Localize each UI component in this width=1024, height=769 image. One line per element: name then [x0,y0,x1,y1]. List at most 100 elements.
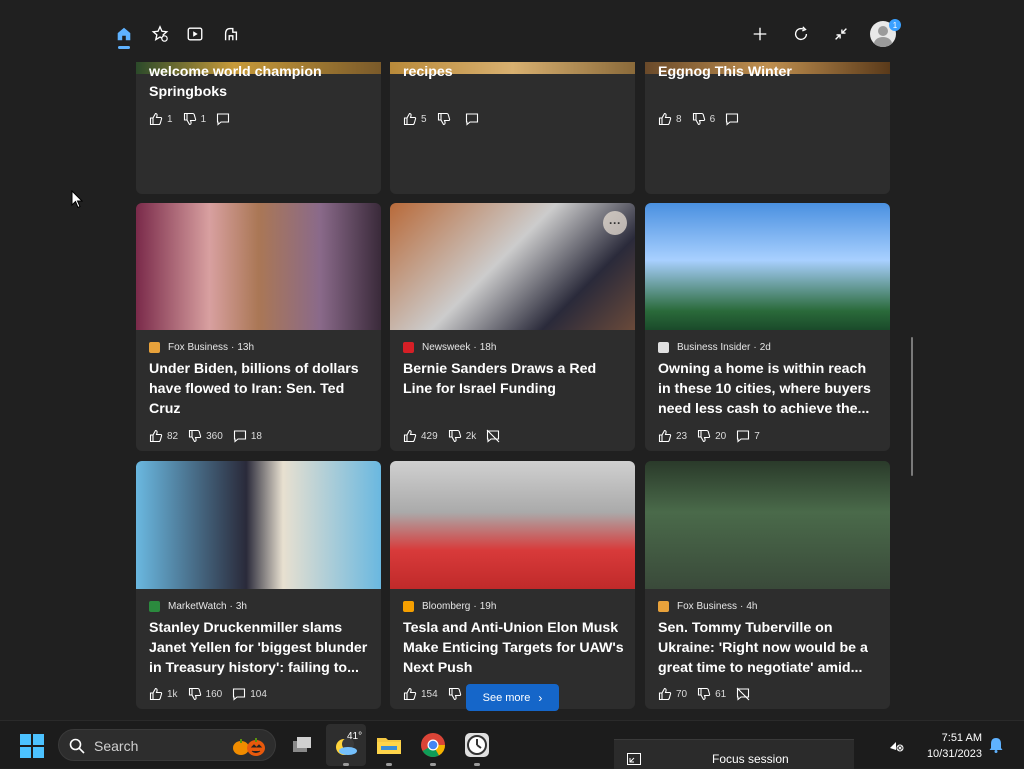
video-icon[interactable] [181,18,209,50]
like-button[interactable]: 1k [149,687,178,701]
task-view-icon[interactable] [288,731,316,759]
news-thumbnail[interactable] [136,461,381,589]
dislike-button[interactable]: 1 [183,112,206,126]
news-source[interactable]: Bloomberg · 19h [403,599,496,613]
news-headline[interactable]: Tesla and Anti-Union Elon Musk Make Enti… [403,618,625,678]
like-button[interactable]: 1 [149,112,173,126]
news-thumbnail[interactable] [645,461,890,589]
news-headline[interactable]: Bernie Sanders Draws a Red Line for Isra… [403,359,625,399]
news-source[interactable]: Newsweek · 18h [403,340,496,354]
see-more-button[interactable]: See more › [466,684,559,711]
dislike-button[interactable]: 20 [697,429,726,443]
add-icon[interactable] [746,18,774,50]
news-card[interactable]: Business Insider · 2d Owning a home is with… [645,203,890,451]
halloween-pumpkin-icon [233,738,265,756]
comment-button[interactable] [465,112,483,126]
dislike-count: 20 [715,430,727,442]
like-button[interactable]: 5 [403,112,427,126]
post-time: 18h [479,341,497,353]
like-count: 154 [421,688,438,700]
news-source[interactable]: Fox Business · 4h [658,599,758,613]
like-count: 23 [676,430,688,442]
like-button[interactable]: 23 [658,429,687,443]
dislike-button[interactable]: 160 [188,687,223,701]
chrome-icon[interactable] [419,731,447,759]
news-source[interactable]: Fox Business · 13h [149,340,254,354]
weather-temp: 41° [347,731,363,742]
news-card[interactable]: Fox Business · 4h Sen. Tommy Tuberville on … [645,461,890,709]
active-tab-indicator [118,46,130,49]
focus-session-popup[interactable]: Focus session [614,739,854,769]
news-card[interactable]: Fox Business · 13h Under Biden, billions of… [136,203,381,451]
comment-button[interactable] [725,112,743,126]
comment-button[interactable]: 7 [736,429,760,443]
publisher-logo-icon [658,600,669,612]
more-options-icon[interactable]: ··· [603,211,627,235]
minimize-icon[interactable] [827,18,855,50]
news-headline[interactable]: Sen. Tommy Tuberville on Ukraine: 'Right… [658,618,880,678]
like-icon [658,429,672,443]
dislike-icon [188,687,201,701]
comment-button[interactable]: 18 [233,429,262,443]
news-thumbnail[interactable] [136,203,381,330]
comment-icon [486,429,500,443]
like-count: 8 [676,113,682,125]
news-headline[interactable]: Stanley Druckenmiller slams Janet Yellen… [149,618,371,678]
comment-icon [233,430,246,443]
publisher-logo-icon [403,341,414,353]
windows-start-icon[interactable] [20,734,44,758]
like-icon [149,429,163,443]
like-count: 70 [676,688,688,700]
dislike-button[interactable]: 61 [697,687,726,701]
source-name: Fox Business [168,341,229,353]
like-button[interactable]: 154 [403,687,438,701]
news-headline[interactable]: Under Biden, billions of dollars have fl… [149,359,371,419]
running-indicator [343,763,349,766]
dislike-button[interactable]: 360 [188,429,223,443]
refresh-icon[interactable] [787,18,815,50]
discover-icon[interactable] [146,18,174,50]
dislike-button[interactable] [437,112,455,126]
like-button[interactable]: 70 [658,687,687,701]
news-thumbnail[interactable] [645,203,890,330]
system-clock[interactable]: 7:51 AM 10/31/2023 [916,730,982,762]
play-icon[interactable] [217,18,245,50]
card-actions: 86 [658,111,753,127]
notification-badge: 1 [889,19,901,31]
news-thumbnail[interactable]: ··· [390,203,635,330]
news-card[interactable]: ··· Newsweek · 18h Bernie Sanders Draws a Re… [390,203,635,451]
news-card[interactable]: MarketWatch · 3h Stanley Druckenmiller slam… [136,461,381,709]
clock-app-icon[interactable] [463,731,491,759]
scrollbar[interactable] [911,337,913,476]
comment-icon [233,688,246,701]
dislike-count: 61 [715,688,727,700]
comment-button[interactable] [486,429,504,443]
post-time: 2d [759,341,771,353]
comment-button[interactable]: 104 [232,687,267,701]
comment-icon [737,430,750,443]
news-source[interactable]: Business Insider · 2d [658,340,771,354]
like-button[interactable]: 82 [149,429,178,443]
news-source[interactable]: MarketWatch · 3h [149,599,247,613]
taskbar-search-box[interactable]: Search [58,729,276,761]
running-indicator [474,763,480,766]
dislike-count: 160 [205,688,223,700]
publisher-logo-icon [658,341,669,353]
like-icon [658,112,672,126]
dislike-button[interactable]: 6 [692,112,715,126]
news-headline[interactable]: Owning a home is within reach in these 1… [658,359,880,419]
like-button[interactable]: 429 [403,429,438,443]
comment-button[interactable] [216,112,234,126]
network-muted-icon[interactable] [888,738,904,752]
notification-bell-icon[interactable] [988,737,1004,753]
file-explorer-icon[interactable] [375,731,403,759]
dislike-button[interactable]: 2k [448,429,476,443]
source-name: Fox Business [677,600,738,612]
news-card[interactable]: Bloomberg · 19h Tesla and Anti-Union Elon M… [390,461,635,709]
like-count: 429 [421,430,438,442]
like-count: 1 [167,113,173,125]
like-button[interactable]: 8 [658,112,682,126]
dislike-button[interactable] [448,687,466,701]
comment-button[interactable] [736,687,754,701]
news-thumbnail[interactable] [390,461,635,589]
